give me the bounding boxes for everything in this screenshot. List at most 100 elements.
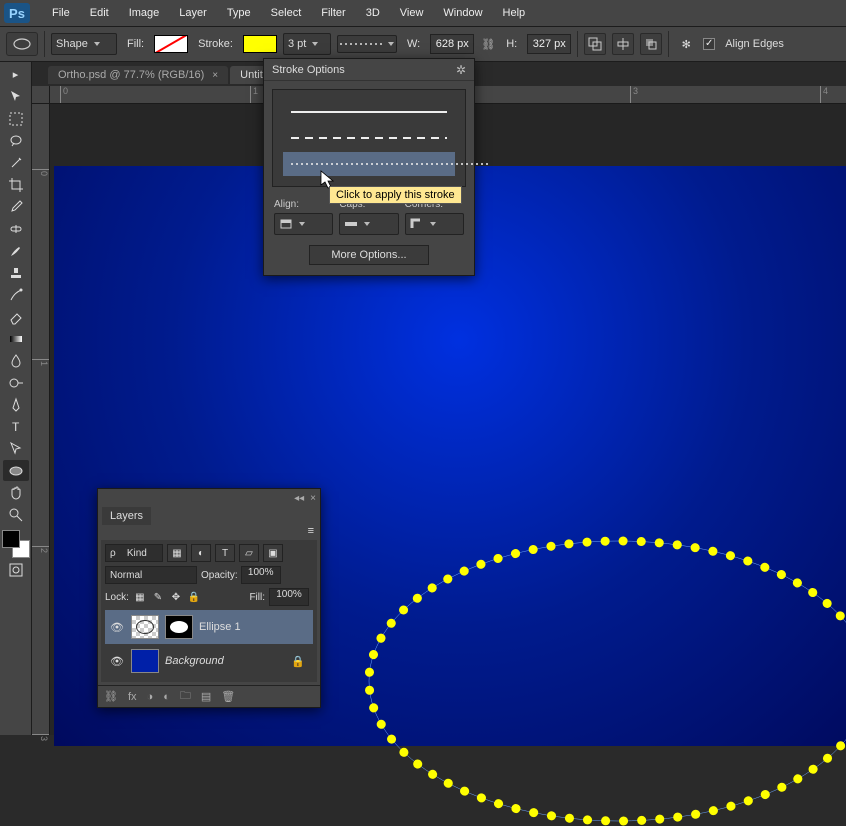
filter-smart-icon[interactable]: ▣ [263,544,283,562]
menu-window[interactable]: Window [433,3,492,23]
menu-file[interactable]: File [42,3,80,23]
gear-icon[interactable]: ✲ [456,63,466,77]
menu-view[interactable]: View [390,3,434,23]
path-select-tool[interactable] [3,438,29,459]
path-align-icon[interactable] [612,33,634,55]
lasso-tool[interactable] [3,130,29,151]
layer-row-background[interactable]: 👁 Background 🔒 [105,644,313,678]
eyedropper-tool[interactable] [3,196,29,217]
height-field[interactable] [527,34,571,54]
stroke-swatch[interactable] [243,35,277,53]
hand-tool[interactable] [3,482,29,503]
lock-all-icon[interactable]: 🔒 [187,590,201,604]
type-tool[interactable]: T [3,416,29,437]
quickmask-icon[interactable] [3,559,29,580]
menu-3d[interactable]: 3D [356,3,390,23]
stroke-preset-list [272,89,466,187]
menu-image[interactable]: Image [119,3,170,23]
close-icon[interactable]: × [212,70,218,81]
eraser-tool[interactable] [3,306,29,327]
gear-icon[interactable]: ✻ [675,33,697,55]
layer-row-ellipse[interactable]: 👁 Ellipse 1 [105,610,313,644]
ellipse-shape[interactable] [364,536,846,826]
corners-dropdown[interactable] [405,213,464,235]
shape-mode-label: Shape [56,38,88,50]
fg-color[interactable] [2,530,20,548]
doc-tab-ortho[interactable]: Ortho.psd @ 77.7% (RGB/16) × [48,66,228,84]
stamp-tool[interactable] [3,262,29,283]
brush-tool[interactable] [3,240,29,261]
blur-tool[interactable] [3,350,29,371]
tab-handle-icon[interactable]: ▸ [3,64,29,85]
panel-collapse-bar[interactable]: ◂◂ × [98,489,320,507]
trash-icon[interactable]: 🗑 [221,690,235,703]
visibility-icon[interactable]: 👁 [109,621,125,634]
stroke-dot[interactable] [283,152,455,176]
lock-icon[interactable]: 🔒 [291,655,305,668]
close-icon[interactable]: × [310,493,316,504]
history-brush-tool[interactable] [3,284,29,305]
layer-thumb[interactable] [131,615,159,639]
menu-type[interactable]: Type [217,3,261,23]
lock-paint-icon[interactable]: ✎ [151,590,165,604]
lock-move-icon[interactable]: ✥ [169,590,183,604]
color-swatches[interactable] [2,530,30,558]
stroke-solid[interactable] [283,100,455,124]
fill-swatch[interactable] [154,35,188,53]
ellipse-tool[interactable] [3,460,29,481]
gradient-tool[interactable] [3,328,29,349]
visibility-icon[interactable]: 👁 [109,655,125,668]
stroke-style-dropdown[interactable] [337,35,397,53]
filter-pixel-icon[interactable]: ▦ [167,544,187,562]
stroke-width-dropdown[interactable]: 3 pt [283,33,331,55]
tab-label: Untit [240,69,263,81]
wand-tool[interactable] [3,152,29,173]
width-field[interactable] [430,34,474,54]
caps-dropdown[interactable] [339,213,398,235]
layer-name[interactable]: Ellipse 1 [199,621,241,633]
lock-trans-icon[interactable]: ▦ [133,590,147,604]
menu-help[interactable]: Help [493,3,536,23]
marquee-tool[interactable] [3,108,29,129]
fx-icon[interactable]: fx [128,691,137,703]
link-layers-icon[interactable]: ⛓ [104,690,118,703]
panel-menu-icon[interactable]: ≡ [308,525,314,537]
layer-thumb[interactable] [131,649,159,673]
filter-type-icon[interactable]: T [215,544,235,562]
heal-tool[interactable] [3,218,29,239]
collapse-icon[interactable]: ◂◂ [294,493,304,504]
align-edges-checkbox[interactable] [703,38,715,50]
menu-edit[interactable]: Edit [80,3,119,23]
group-icon[interactable]: 🗀 [180,687,191,706]
active-tool-icon[interactable] [6,32,38,56]
crop-tool[interactable] [3,174,29,195]
align-dropdown[interactable] [274,213,333,235]
zoom-tool[interactable] [3,504,29,525]
ruler-tick: 3 [630,86,638,103]
shape-mode-dropdown[interactable]: Shape [51,33,117,55]
stroke-dash[interactable] [283,126,455,150]
layer-name[interactable]: Background [165,655,224,667]
adjustment-icon[interactable]: ◐ [163,691,170,703]
more-options-button[interactable]: More Options... [309,245,429,265]
menu-layer[interactable]: Layer [169,3,217,23]
menu-select[interactable]: Select [261,3,312,23]
path-ops-combine-icon[interactable] [584,33,606,55]
fill-value[interactable]: 100% [269,588,309,606]
mask-thumb[interactable] [165,615,193,639]
layer-filter-kind[interactable]: ρKind [105,544,163,562]
filter-shape-icon[interactable]: ▱ [239,544,259,562]
link-icon[interactable]: ⛓ [480,38,496,51]
new-layer-icon[interactable]: ▤ [201,690,211,703]
path-arrange-icon[interactable] [640,33,662,55]
move-tool[interactable] [3,86,29,107]
align-edges-label: Align Edges [721,38,788,50]
opacity-value[interactable]: 100% [241,566,281,584]
pen-tool[interactable] [3,394,29,415]
dodge-tool[interactable] [3,372,29,393]
menu-filter[interactable]: Filter [311,3,355,23]
mask-icon[interactable]: ◑ [147,691,154,703]
blend-mode-dropdown[interactable]: Normal [105,566,197,584]
layers-tab[interactable]: Layers [102,507,151,525]
filter-adjust-icon[interactable]: ◐ [191,544,211,562]
